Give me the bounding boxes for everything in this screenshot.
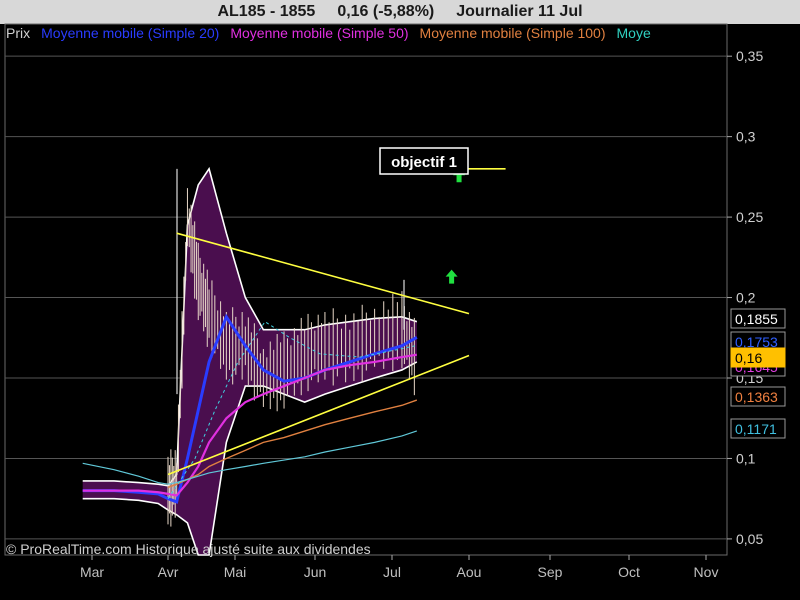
y-tick-label: 0,1	[736, 450, 756, 466]
grid-lines	[4, 23, 728, 556]
x-tick-label: Jun	[304, 564, 327, 580]
price-tag: 0,16	[730, 347, 786, 368]
y-tick-label: 0,25	[736, 209, 763, 225]
x-tick-label: Aou	[457, 564, 482, 580]
price-tags: 0,18550,17530,16450,160,13630,1171	[730, 308, 786, 439]
legend-item: Moyenne mobile (Simple 100)	[420, 25, 606, 41]
x-tick-label: Avr	[158, 564, 179, 580]
plot-frame	[4, 23, 728, 556]
x-tick-label: Mar	[80, 564, 104, 580]
ma200-line	[82, 430, 418, 485]
x-tick-label: Oct	[618, 564, 640, 580]
y-tick-label: 0,35	[736, 48, 763, 64]
up-arrow-icon	[445, 269, 458, 284]
x-tick-label: Sep	[538, 564, 563, 580]
y-tick-label: 0,05	[736, 531, 763, 547]
price-tag: 0,1363	[730, 386, 786, 407]
objective-label: objectif 1	[391, 154, 457, 171]
price-tag-label: 0,1171	[735, 421, 777, 437]
legend: Prix Moyenne mobile (Simple 20) Moyenne mo…	[6, 25, 651, 41]
price-chart[interactable]: 0,050,10,150,20,250,30,35 Mar Avr Mai Jun Ju…	[0, 0, 800, 600]
y-axis: 0,050,10,150,20,250,30,35	[727, 48, 763, 547]
x-tick-label: Jul	[383, 564, 401, 580]
legend-item: Moye	[617, 25, 651, 41]
y-tick-label: 0,3	[736, 129, 756, 145]
legend-item: Moyenne mobile (Simple 50)	[230, 25, 408, 41]
price-tag: 0,1171	[730, 418, 786, 439]
x-axis: Mar Avr Mai Jun Jul Aou Sep Oct Nov	[80, 555, 719, 580]
copyright-text: © ProRealTime.com Historique ajusté suit…	[6, 541, 371, 557]
objective-box[interactable]: objectif 1	[379, 147, 469, 175]
price-tag: 0,1855	[730, 308, 786, 329]
legend-item: Prix	[6, 25, 30, 41]
legend-item: Moyenne mobile (Simple 20)	[41, 25, 219, 41]
x-tick-label: Mai	[224, 564, 247, 580]
x-tick-label: Nov	[694, 564, 719, 580]
price-tag-label: 0,1855	[735, 311, 778, 327]
price-tag-label: 0,1363	[735, 389, 778, 405]
price-tag-label: 0,16	[735, 350, 762, 366]
y-tick-label: 0,2	[736, 290, 756, 306]
